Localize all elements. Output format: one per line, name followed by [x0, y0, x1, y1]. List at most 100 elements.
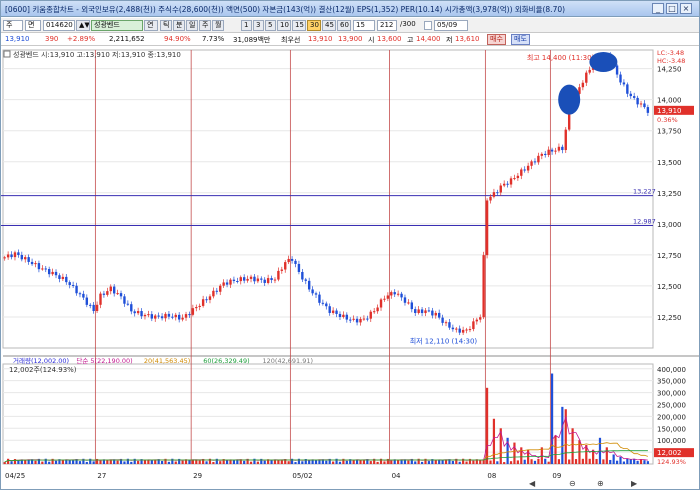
volume-bar	[212, 462, 215, 464]
time-axis-label: 29	[193, 472, 202, 480]
count-input[interactable]: 212	[377, 20, 397, 31]
volume-bar	[615, 460, 619, 464]
volume-bar	[629, 459, 632, 464]
candle-body	[461, 329, 465, 333]
maximize-button[interactable]: □	[666, 3, 678, 14]
volume-bar	[479, 459, 482, 464]
volume-bar	[17, 460, 20, 464]
link-toggle[interactable]: 연	[144, 20, 158, 31]
candle-body	[222, 282, 225, 286]
volume-bar	[550, 373, 554, 464]
right-arrow-icon[interactable]: ▶	[631, 479, 638, 488]
period-15[interactable]: 15	[292, 20, 306, 31]
volume-bar	[41, 461, 44, 464]
volume-bar	[109, 459, 112, 464]
date-checkbox[interactable]	[424, 21, 432, 30]
custom-period-select[interactable]: 15	[353, 20, 375, 31]
volume-bar	[588, 458, 591, 464]
volume-bar	[72, 460, 75, 464]
period-30[interactable]: 30	[307, 20, 321, 31]
time-axis-label: 08	[487, 472, 496, 480]
volume-bar	[188, 459, 191, 464]
chart-type-select[interactable]: 주	[3, 20, 23, 31]
candle-body	[550, 149, 554, 152]
volume-bar	[92, 461, 95, 464]
candle-body	[564, 129, 567, 151]
candle-body	[502, 183, 506, 186]
volume-bar	[595, 458, 598, 464]
low-price: 13,610	[455, 35, 480, 43]
volume-bar	[612, 454, 615, 464]
volume-bar	[414, 461, 417, 464]
high-price: 14,400	[416, 35, 441, 43]
candle-body	[496, 192, 499, 194]
buy-button[interactable]: 매수	[487, 34, 506, 45]
candle-body	[17, 252, 20, 255]
candle-body	[160, 316, 164, 319]
candle-body	[37, 263, 41, 270]
period-60[interactable]: 60	[337, 20, 351, 31]
zoom-out-icon[interactable]: ⊖	[569, 479, 576, 488]
volume-bar	[34, 460, 37, 464]
volume-bar	[465, 461, 468, 464]
volume-bar	[137, 461, 140, 464]
period-day[interactable]: 일	[186, 20, 198, 31]
volume-bar	[249, 461, 253, 464]
candle-body	[112, 286, 116, 294]
chart-svg[interactable]: 14,250 14,000 13,750 13,500 13,250 13,000 12,7…	[1, 46, 699, 489]
period-month[interactable]: 월	[212, 20, 224, 31]
candle-body	[13, 252, 17, 258]
sell-button[interactable]: 매도	[511, 34, 530, 45]
count-suffix: /300	[400, 20, 416, 28]
candle-body	[58, 275, 61, 279]
volume-bar	[383, 461, 386, 464]
candle-body	[561, 146, 564, 151]
period-1[interactable]: 1	[241, 20, 252, 31]
period-10[interactable]: 10	[277, 20, 291, 31]
candle-body	[362, 318, 366, 320]
volume-bar	[533, 460, 537, 464]
market-select[interactable]: 면	[25, 20, 41, 31]
close-button[interactable]: ×	[680, 3, 692, 14]
candle-body	[89, 304, 92, 306]
code-spinner[interactable]: ▲▼	[76, 20, 90, 31]
period-3[interactable]: 3	[253, 20, 264, 31]
volume-bar	[143, 460, 147, 464]
candle-body	[393, 292, 396, 295]
volume-bar	[451, 460, 454, 464]
candle-body	[465, 329, 468, 331]
period-45[interactable]: 45	[322, 20, 336, 31]
price-axis-label: 13,500	[657, 159, 682, 167]
stock-name-field[interactable]: 성광벤드	[91, 20, 143, 31]
candle-body	[263, 279, 266, 283]
period-minute[interactable]: 분	[173, 20, 185, 31]
candle-body	[119, 293, 123, 297]
candle-body	[366, 318, 369, 320]
volume-bar	[13, 459, 17, 464]
volume-bar	[492, 418, 496, 464]
candle-body	[318, 294, 321, 303]
stock-code-input[interactable]: 014620	[43, 20, 75, 31]
candle-body	[581, 82, 585, 88]
minimize-button[interactable]: _	[652, 3, 664, 14]
price-axis-label: 13,000	[657, 221, 682, 229]
period-week[interactable]: 주	[199, 20, 211, 31]
candle-body	[109, 286, 112, 292]
volume-bar	[345, 460, 348, 464]
candle-body	[427, 310, 431, 312]
volume-bar	[205, 461, 208, 464]
high-annotation: 최고 14,400 (11:30)	[527, 53, 595, 62]
candle-body	[376, 307, 379, 312]
date-input[interactable]: 05/09	[434, 20, 468, 31]
candle-body	[157, 315, 160, 317]
zoom-in-icon[interactable]: ⊕	[597, 479, 604, 488]
period-5[interactable]: 5	[265, 20, 276, 31]
volume-bar	[256, 461, 259, 464]
volume-axis-label: 400,000	[657, 366, 686, 374]
volume-bar	[646, 461, 649, 464]
period-tick[interactable]: 틱	[160, 20, 172, 31]
chart-area[interactable]: 14,250 14,000 13,750 13,500 13,250 13,000 12,7…	[1, 46, 699, 489]
candle-body	[311, 289, 314, 294]
left-arrow-icon[interactable]: ◀	[529, 479, 536, 488]
candle-body	[201, 299, 205, 306]
